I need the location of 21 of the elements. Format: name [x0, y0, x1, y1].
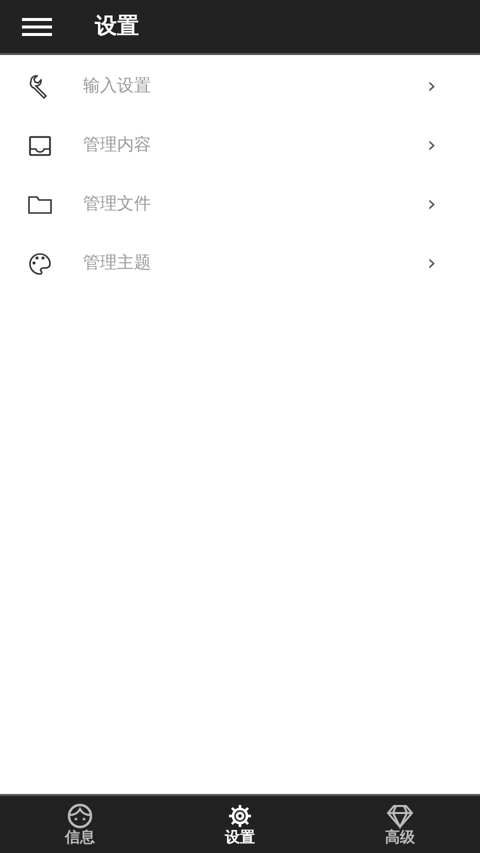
menu-item[interactable]: 管理文件 › [0, 175, 480, 234]
chevron-icon: › [427, 252, 436, 274]
menu-label: 管理主题 [83, 252, 152, 275]
settings-icon [226, 803, 254, 830]
page-title: 设置 [95, 13, 139, 41]
diamond-icon [386, 803, 414, 830]
menu-label: 输入设置 [83, 74, 152, 98]
menu-label: 管理文件 [83, 192, 152, 216]
tab[interactable]: 设置 [160, 796, 320, 853]
tab[interactable]: 信息 [0, 796, 160, 853]
chevron-icon: › [427, 134, 436, 156]
tab[interactable]: 高级 [320, 796, 480, 853]
menu-item[interactable]: 管理主题 › [0, 234, 480, 293]
chevron-icon: › [427, 194, 436, 216]
palette-icon [27, 250, 53, 276]
menu-button[interactable] [22, 16, 52, 36]
menu-label: 管理内容 [83, 134, 152, 157]
menu-item[interactable]: 输入设置 › [0, 57, 480, 116]
face-icon [66, 803, 94, 830]
chevron-icon: › [427, 76, 436, 98]
menu-item[interactable]: 管理内容 › [0, 116, 480, 175]
